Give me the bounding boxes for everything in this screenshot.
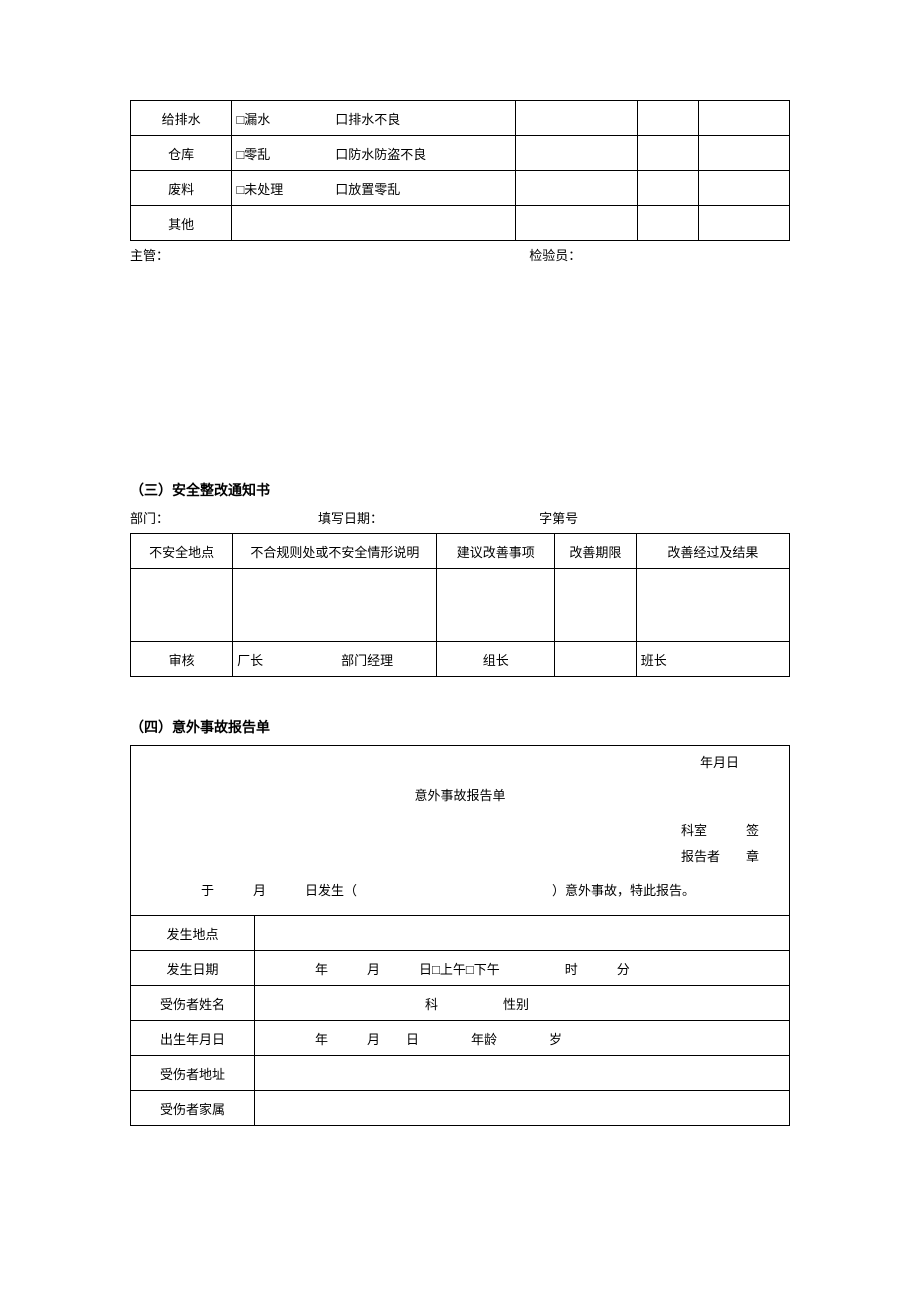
report-sign-right: 科室 签 报告者 章: [151, 818, 769, 870]
review-label: 审核: [131, 642, 233, 677]
table-row: 受伤者家属: [131, 1091, 790, 1126]
section3-meta: 部门： 填写日期： 字第号: [130, 508, 790, 527]
report-sentence: 于 月 日发生（ ）意外事故，特此报告。: [151, 870, 769, 909]
rectification-table: 不安全地点 不合规则处或不安全情形说明 建议改善事项 改善期限 改善经过及结果 …: [130, 533, 790, 677]
check-item: 其他: [131, 206, 232, 241]
check-item: 给排水: [131, 101, 232, 136]
checklist-footer: 主管： 检验员：: [130, 245, 790, 264]
check-item: 仓库: [131, 136, 232, 171]
report-title: 意外事故报告单: [151, 785, 769, 804]
col-sugg: 建议改善事项: [437, 534, 554, 569]
review-c4: 班长: [636, 642, 789, 677]
report-date: 年月日: [151, 752, 769, 771]
filldate-label: 填写日期：: [318, 508, 536, 527]
table-row: 仓库 □零乱 口防水防盗不良: [131, 136, 790, 171]
label-occur: 发生日期: [131, 951, 255, 986]
table-row: 其他: [131, 206, 790, 241]
safety-checklist-table: 给排水 □漏水 口排水不良 仓库 □零乱 口防水防盗不良 废料 □未处理 口放置…: [130, 100, 790, 241]
check-options: □零乱 口防水防盗不良: [232, 136, 516, 171]
value-place: [255, 916, 790, 951]
col-deadline: 改善期限: [554, 534, 636, 569]
section4-title: （四）意外事故报告单: [130, 717, 790, 737]
value-occur: 年 月 日□上午□下午 时 分: [255, 951, 790, 986]
table-row: 受伤者地址: [131, 1056, 790, 1091]
table-row: 废料 □未处理 口放置零乱: [131, 171, 790, 206]
label-family: 受伤者家属: [131, 1091, 255, 1126]
docnum-label: 字第号: [539, 508, 578, 527]
inspector-label: 检验员：: [529, 245, 581, 264]
accident-report-table: 年月日 意外事故报告单 科室 签 报告者 章 于 月 日发生（ ）意外事故，特此…: [130, 745, 790, 1126]
label-birth: 出生年月日: [131, 1021, 255, 1056]
col-place: 不安全地点: [131, 534, 233, 569]
section3-title: （三）安全整改通知书: [130, 480, 790, 500]
supervisor-label: 主管：: [130, 245, 526, 264]
value-birth: 年 月 日 年龄 岁: [255, 1021, 790, 1056]
check-item: 废料: [131, 171, 232, 206]
label-name: 受伤者姓名: [131, 986, 255, 1021]
table-row: 发生日期 年 月 日□上午□下午 时 分: [131, 951, 790, 986]
table-header: 不安全地点 不合规则处或不安全情形说明 建议改善事项 改善期限 改善经过及结果: [131, 534, 790, 569]
review-c1: 厂长 部门经理: [233, 642, 437, 677]
table-row: 发生地点: [131, 916, 790, 951]
value-family: [255, 1091, 790, 1126]
col-desc: 不合规则处或不安全情形说明: [233, 534, 437, 569]
review-row: 审核 厂长 部门经理 组长 班长: [131, 642, 790, 677]
col-result: 改善经过及结果: [636, 534, 789, 569]
table-row: 给排水 □漏水 口排水不良: [131, 101, 790, 136]
table-row: [131, 569, 790, 642]
check-options: [232, 206, 516, 241]
dept-label: 部门：: [130, 508, 315, 527]
review-c2: 组长: [437, 642, 554, 677]
label-address: 受伤者地址: [131, 1056, 255, 1091]
check-options: □未处理 口放置零乱: [232, 171, 516, 206]
table-row: 出生年月日 年 月 日 年龄 岁: [131, 1021, 790, 1056]
value-address: [255, 1056, 790, 1091]
label-place: 发生地点: [131, 916, 255, 951]
check-options: □漏水 口排水不良: [232, 101, 516, 136]
value-name: 科 性别: [255, 986, 790, 1021]
table-row: 受伤者姓名 科 性别: [131, 986, 790, 1021]
